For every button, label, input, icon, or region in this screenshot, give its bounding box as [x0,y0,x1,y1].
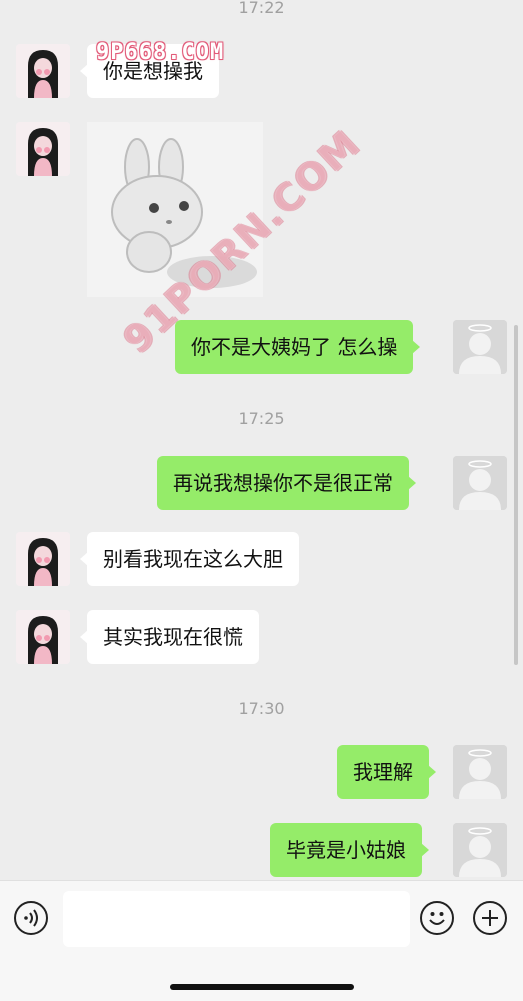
watermark-top: 9P668.COM [96,40,225,65]
self-avatar[interactable] [453,823,507,877]
self-avatar[interactable] [453,320,507,374]
message-bubble-outgoing[interactable]: 我理解 [337,745,436,799]
message-bubble-outgoing[interactable]: 你不是大姨妈了 怎么操 [175,320,421,374]
voice-icon[interactable] [14,901,48,935]
plus-icon[interactable] [473,901,507,935]
timestamp: 17:22 [238,0,285,17]
contact-avatar[interactable] [16,44,70,98]
message-bubble-outgoing[interactable]: 再说我想操你不是很正常 [157,456,416,510]
emoji-icon[interactable] [420,901,454,935]
chat-scrollbar[interactable] [514,325,518,665]
contact-avatar[interactable] [16,532,70,586]
contact-avatar[interactable] [16,122,70,176]
message-bubble-outgoing[interactable]: 毕竟是小姑娘 [270,823,429,877]
message-bubble-incoming[interactable]: 其实我现在很慌 [80,610,259,664]
contact-avatar[interactable] [16,610,70,664]
self-avatar[interactable] [453,745,507,799]
timestamp: 17:30 [238,699,285,718]
message-input[interactable] [63,891,410,947]
timestamp: 17:25 [238,409,285,428]
message-bubble-incoming[interactable]: 别看我现在这么大胆 [80,532,299,586]
input-bar [0,880,523,1001]
self-avatar[interactable] [453,456,507,510]
home-indicator [170,984,354,990]
